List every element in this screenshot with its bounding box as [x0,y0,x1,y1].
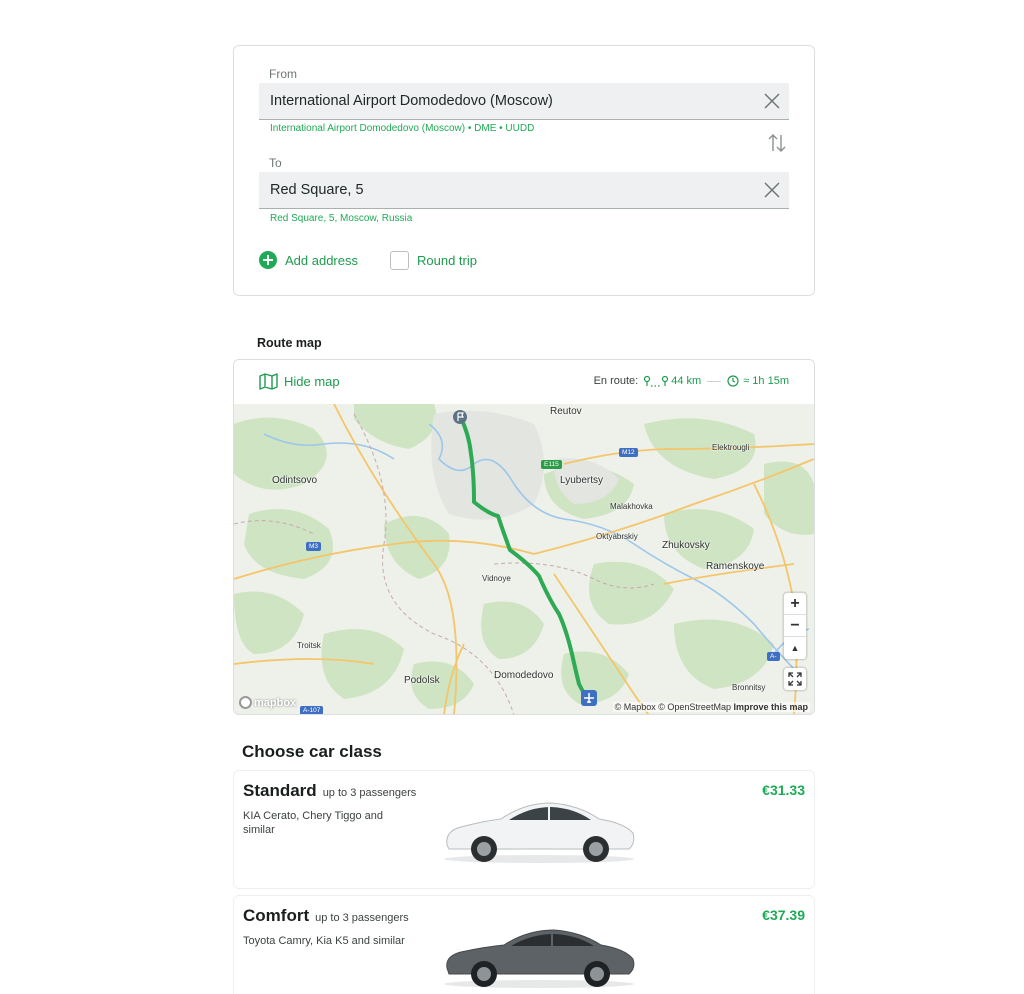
hide-map-label: Hide map [284,374,340,389]
improve-map-link[interactable]: Improve this map [733,702,808,712]
road-shield: M12 [619,448,638,457]
city-label: Bronnitsy [732,683,766,692]
city-label: Reutov [550,406,582,417]
clock-icon [727,375,739,387]
city-label: Malakhovka [610,502,653,511]
map-header: Hide map En route: 44 km ≈ 1h 15m [234,360,814,404]
from-hint: International Airport Domodedovo (Moscow… [270,123,535,134]
to-label: To [269,156,282,170]
city-label: Podolsk [404,675,440,686]
car-class-name-row: Standard up to 3 passengers [243,781,416,801]
city-label: Oktyabrskiy [596,532,638,541]
route-duration: ≈ 1h 15m [743,375,789,387]
close-icon [764,182,780,198]
mapbox-logo[interactable]: mapbox [239,696,296,709]
city-label: Vidnoye [482,574,511,583]
car-class-name: Comfort [243,906,310,925]
mapbox-attribution-link[interactable]: © Mapbox [615,702,656,712]
car-class-standard[interactable]: Standard up to 3 passengers KIA Cerato, C… [233,770,815,889]
car-class-price: €31.33 [762,782,805,798]
plus-icon [259,251,277,269]
zoom-in-button[interactable]: + [784,593,806,615]
clear-from-button[interactable] [763,92,781,110]
clear-to-button[interactable] [763,181,781,199]
to-field[interactable]: Red Square, 5 [259,172,789,209]
close-icon [764,93,780,109]
to-value: Red Square, 5 [270,182,364,198]
route-map-card: Hide map En route: 44 km ≈ 1h 15m Reutov… [233,359,815,715]
mapbox-logo-text: mapbox [254,696,297,709]
zoom-controls: + − ▲ [784,593,806,659]
compass-button[interactable]: ▲ [784,637,806,659]
from-field[interactable]: International Airport Domodedovo (Moscow… [259,83,789,120]
city-label: Zhukovsky [662,540,710,551]
road-shield: A-107 [300,706,324,714]
car-class-name-row: Comfort up to 3 passengers [243,906,409,926]
route-map-title: Route map [257,336,322,350]
osm-attribution-link[interactable]: © OpenStreetMap [658,702,731,712]
sedan-car-image [444,802,635,863]
route-form-card: From International Airport Domodedovo (M… [233,45,815,296]
route-summary: En route: 44 km ≈ 1h 15m [594,375,789,387]
car-class-title: Choose car class [242,742,382,761]
from-value: International Airport Domodedovo (Moscow… [270,93,553,109]
car-class-models: Toyota Camry, Kia K5 and similar [243,935,405,947]
car-class-name: Standard [243,781,317,800]
airplane-icon [581,690,597,706]
city-label: Ramenskoye [706,561,765,572]
map-icon [259,373,278,390]
city-label: Domodedovo [494,670,554,681]
city-label: Troitsk [297,641,321,650]
fullscreen-button[interactable] [784,668,806,690]
sedan-car-image [444,929,635,988]
map-attribution: © Mapbox © OpenStreetMap Improve this ma… [612,702,810,712]
route-pins-icon [644,375,669,387]
to-hint: Red Square, 5, Moscow, Russia [270,213,413,224]
route-distance: 44 km [671,375,702,387]
road-shield: E115 [541,460,562,469]
swap-addresses-button[interactable] [766,132,788,154]
zoom-out-button[interactable]: − [784,615,806,637]
fullscreen-icon [788,672,802,686]
city-label: Odintsovo [272,475,318,486]
divider [707,380,722,382]
car-class-models: KIA Cerato, Chery Tiggo and similar [243,810,384,836]
road-shield: M3 [306,542,322,551]
road-shield: A- [767,652,780,661]
hide-map-button[interactable]: Hide map [259,373,340,390]
car-class-price: €37.39 [762,907,805,923]
map-canvas[interactable]: Reutov Elektrougli Odintsovo Lyubertsy M… [234,404,814,714]
flag-icon [453,410,467,424]
mapbox-logo-icon [239,696,252,709]
swap-icon [768,134,786,152]
city-label: Elektrougli [712,443,750,452]
add-address-label: Add address [285,252,358,268]
add-address-button[interactable]: Add address [259,251,358,269]
round-trip-label: Round trip [417,253,477,268]
city-label: Lyubertsy [560,475,603,486]
en-route-label: En route: [593,375,639,387]
car-class-comfort[interactable]: Comfort up to 3 passengers Toyota Camry, … [233,895,815,994]
car-class-passengers: up to 3 passengers [315,912,409,924]
car-class-passengers: up to 3 passengers [322,787,417,799]
from-label: From [269,67,297,81]
round-trip-checkbox[interactable] [390,251,409,270]
round-trip-toggle[interactable]: Round trip [390,251,477,270]
